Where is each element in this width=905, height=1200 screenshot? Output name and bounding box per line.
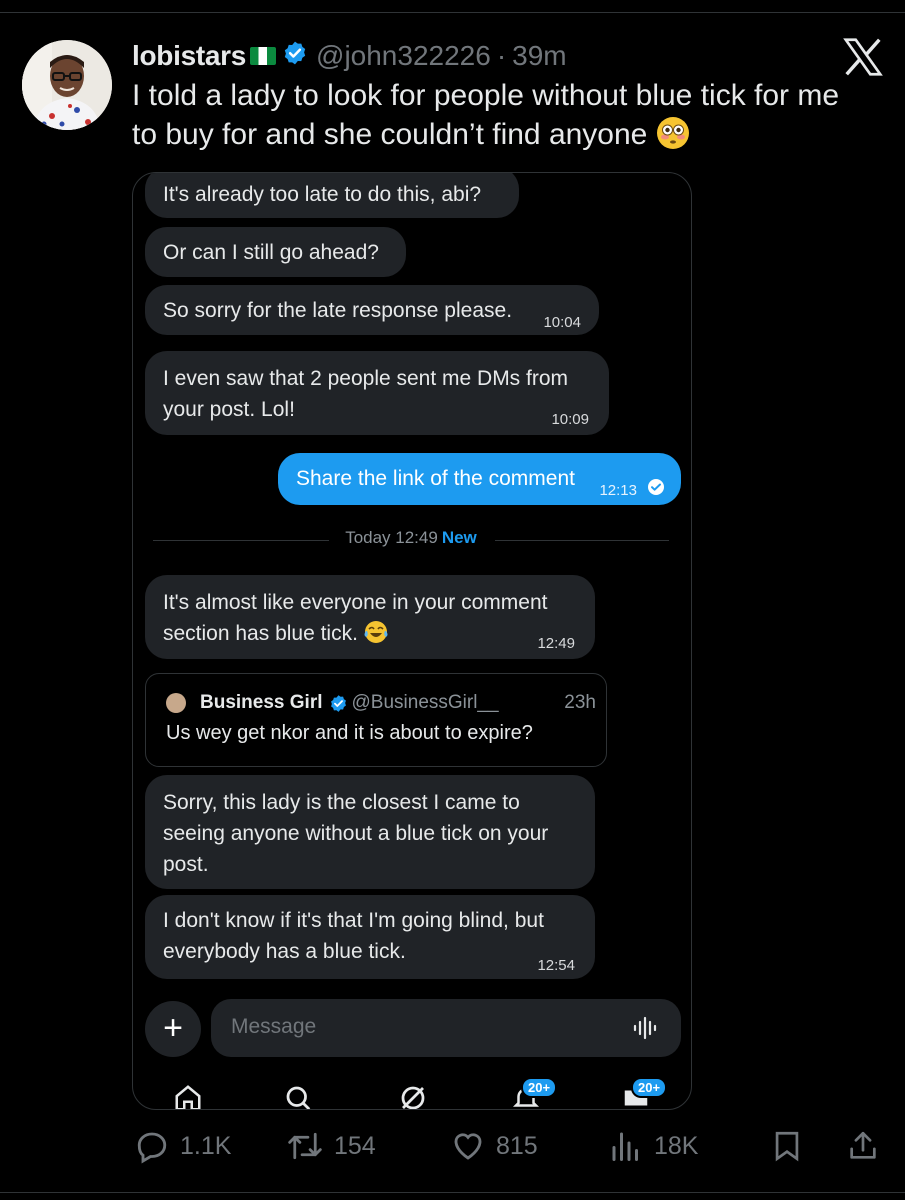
message-time: 10:09	[551, 411, 589, 428]
share-button[interactable]	[846, 1126, 890, 1166]
bottom-divider	[0, 1192, 905, 1193]
message-bubble: I even saw that 2 people sent me DMs fro…	[145, 351, 609, 435]
message-bubble: It's already too late to do this, abi?	[145, 173, 519, 218]
quoted-post-time: 23h	[564, 692, 596, 713]
home-icon[interactable]	[173, 1083, 203, 1109]
author-avatar[interactable]	[22, 40, 112, 130]
read-check-icon	[647, 474, 665, 505]
quoted-post-text: Us wey get nkor and it is about to expir…	[166, 722, 533, 744]
notifications-icon[interactable]: 20+	[511, 1077, 558, 1109]
like-button[interactable]: 815	[450, 1126, 538, 1166]
message-text: I even saw that 2 people sent me DMs fro…	[163, 367, 569, 421]
tears-of-joy-emoji-icon	[364, 620, 388, 653]
message-text: It's almost like everyone in your commen…	[163, 587, 571, 653]
bottom-nav: 20+ 20+	[133, 1073, 689, 1109]
voice-message-icon[interactable]	[633, 1016, 659, 1045]
quoted-post-header: Business Girl @BusinessGirl__ 23h	[166, 692, 596, 714]
message-bubble: Or can I still go ahead?	[145, 227, 406, 277]
verified-badge-icon[interactable]	[282, 40, 308, 73]
heart-icon	[454, 1133, 482, 1160]
post-time[interactable]: 39m	[512, 40, 566, 72]
author-name[interactable]: lobistars	[132, 40, 246, 72]
tweet-text: I told a lady to look for people without…	[132, 76, 872, 160]
dm-screenshot[interactable]: It's already too late to do this, abi? O…	[132, 172, 692, 1110]
messages-badge: 20+	[631, 1077, 668, 1098]
message-placeholder: Message	[231, 1015, 317, 1038]
reply-button[interactable]: 1.1K	[134, 1126, 231, 1166]
message-input[interactable]: Message	[211, 999, 681, 1057]
message-time: 12:54	[537, 957, 575, 974]
view-count: 18K	[654, 1131, 699, 1160]
message-text: Sorry, this lady is the closest I came t…	[163, 791, 549, 876]
message-bubble: So sorry for the late response please. 1…	[145, 285, 599, 335]
bookmark-button[interactable]	[770, 1126, 814, 1166]
quoted-post-card[interactable]: Business Girl @BusinessGirl__ 23h Us wey…	[145, 673, 607, 767]
flushed-face-emoji-icon	[656, 116, 690, 160]
quoted-author-avatar	[166, 693, 186, 713]
tweet-actions: 1.1K 154 815 18K	[0, 1126, 905, 1166]
reply-count: 1.1K	[180, 1131, 232, 1160]
date-separator: Today 12:49 New	[133, 528, 689, 548]
top-divider	[0, 12, 905, 13]
repost-count: 154	[334, 1131, 376, 1160]
message-text: So sorry for the late response please.	[163, 299, 513, 322]
grok-icon[interactable]	[398, 1083, 428, 1109]
quoted-author-handle: @BusinessGirl__	[351, 692, 499, 713]
notifications-badge: 20+	[521, 1077, 558, 1098]
quoted-author-name: Business Girl	[200, 692, 323, 713]
share-icon	[850, 1131, 876, 1159]
message-bubble: I don't know if it's that I'm going blin…	[145, 895, 595, 979]
new-label: New	[441, 528, 477, 547]
repost-button[interactable]: 154	[286, 1126, 376, 1166]
tweet-header: lobistars @john322226 · 39m	[132, 34, 832, 78]
messages-icon[interactable]: 20+	[621, 1077, 668, 1109]
message-time: 12:49	[537, 635, 575, 652]
reply-icon	[137, 1132, 167, 1164]
message-text-content: It's almost like everyone in your commen…	[163, 591, 548, 645]
bookmark-icon	[775, 1131, 799, 1162]
like-count: 815	[496, 1131, 538, 1160]
x-logo-icon	[840, 34, 886, 80]
sent-message-bubble: Share the link of the comment 12:13	[278, 453, 681, 505]
tweet-body: I told a lady to look for people without…	[132, 79, 840, 151]
search-icon[interactable]	[283, 1083, 313, 1109]
message-text: Or can I still go ahead?	[163, 241, 379, 264]
message-text: I don't know if it's that I'm going blin…	[163, 909, 544, 963]
message-time: 12:13	[599, 482, 637, 499]
message-time: 10:04	[543, 314, 581, 331]
message-bubble: It's almost like everyone in your commen…	[145, 575, 595, 659]
message-bubble: Sorry, this lady is the closest I came t…	[145, 775, 595, 889]
add-attachment-button[interactable]: +	[145, 1001, 201, 1057]
date-label: Today 12:49	[345, 528, 438, 547]
verified-badge-icon	[329, 694, 348, 713]
views-icon	[612, 1132, 638, 1161]
message-text: It's already too late to do this, abi?	[163, 183, 482, 206]
repost-icon	[288, 1132, 322, 1160]
meta-separator: ·	[496, 40, 507, 71]
author-handle[interactable]: @john322226	[316, 40, 491, 72]
nigeria-flag-icon	[250, 47, 277, 65]
views-button[interactable]: 18K	[608, 1126, 698, 1166]
